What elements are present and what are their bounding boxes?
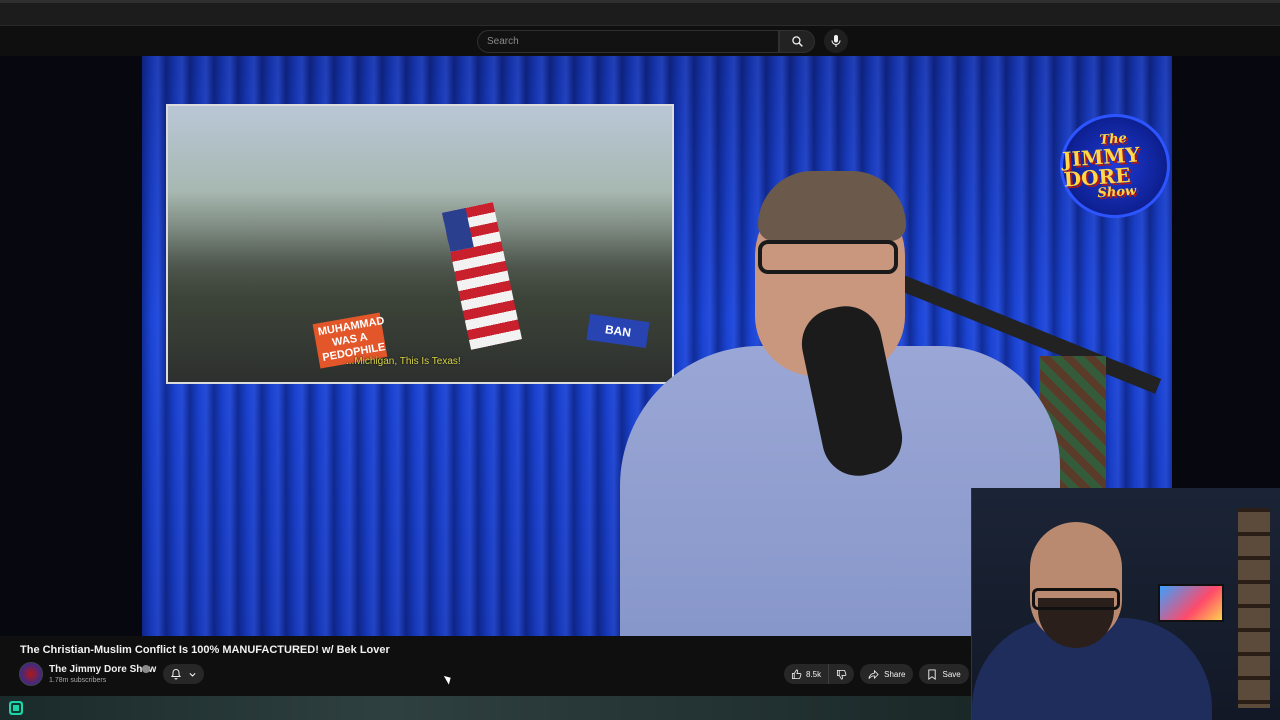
thumbs-down-icon bbox=[837, 669, 847, 679]
subscriber-count: 1.78m subscribers bbox=[49, 677, 107, 684]
logo-line-2: JIMMY DORE bbox=[1061, 142, 1141, 192]
search-button[interactable] bbox=[779, 30, 815, 53]
save-label: Save bbox=[942, 669, 961, 679]
like-button[interactable]: 8.5k bbox=[784, 664, 830, 684]
like-count: 8.5k bbox=[806, 669, 822, 679]
search-input[interactable] bbox=[478, 31, 778, 52]
taskbar bbox=[0, 696, 971, 720]
streamer-glasses bbox=[1032, 588, 1120, 610]
logo-line-3: Show bbox=[1097, 183, 1137, 202]
bell-icon bbox=[170, 668, 181, 680]
dislike-button[interactable] bbox=[829, 664, 854, 684]
share-icon bbox=[868, 669, 879, 679]
chevron-down-icon bbox=[189, 672, 196, 677]
voice-search-button[interactable] bbox=[824, 29, 848, 53]
mic-icon bbox=[831, 35, 841, 47]
inset-caption: ...Michigan, This Is Texas! bbox=[346, 356, 461, 367]
search-box[interactable] bbox=[477, 30, 779, 53]
browser-top-strip bbox=[0, 0, 1280, 26]
notification-button[interactable] bbox=[163, 664, 204, 684]
channel-avatar[interactable] bbox=[19, 662, 43, 686]
browser-edge bbox=[0, 0, 1280, 3]
app-icon[interactable] bbox=[9, 701, 23, 715]
host-hair bbox=[758, 171, 906, 241]
verified-icon bbox=[142, 665, 150, 673]
host-glasses bbox=[758, 240, 898, 274]
crowd bbox=[168, 192, 672, 382]
channel-name[interactable]: The Jimmy Dore Show bbox=[49, 664, 156, 675]
bookmark-icon bbox=[928, 668, 937, 680]
bookshelf bbox=[1238, 508, 1270, 708]
video-title: The Christian-Muslim Conflict Is 100% MA… bbox=[20, 644, 390, 656]
action-bar: 8.5k Share Save bbox=[784, 664, 969, 684]
webcam-overlay bbox=[971, 488, 1280, 720]
thumbs-up-icon bbox=[791, 669, 802, 679]
inset-news-clip: MUHAMMAD WAS A PEDOPHILE BAN ...Michigan… bbox=[166, 104, 674, 384]
masthead bbox=[0, 26, 1280, 56]
search-icon bbox=[791, 36, 803, 47]
like-dislike-group: 8.5k bbox=[784, 664, 855, 684]
share-label: Share bbox=[884, 669, 906, 679]
share-button[interactable]: Share bbox=[860, 664, 914, 684]
video-info: The Christian-Muslim Conflict Is 100% MA… bbox=[0, 636, 971, 696]
background-tv bbox=[1158, 584, 1224, 622]
save-button[interactable]: Save bbox=[919, 664, 969, 684]
